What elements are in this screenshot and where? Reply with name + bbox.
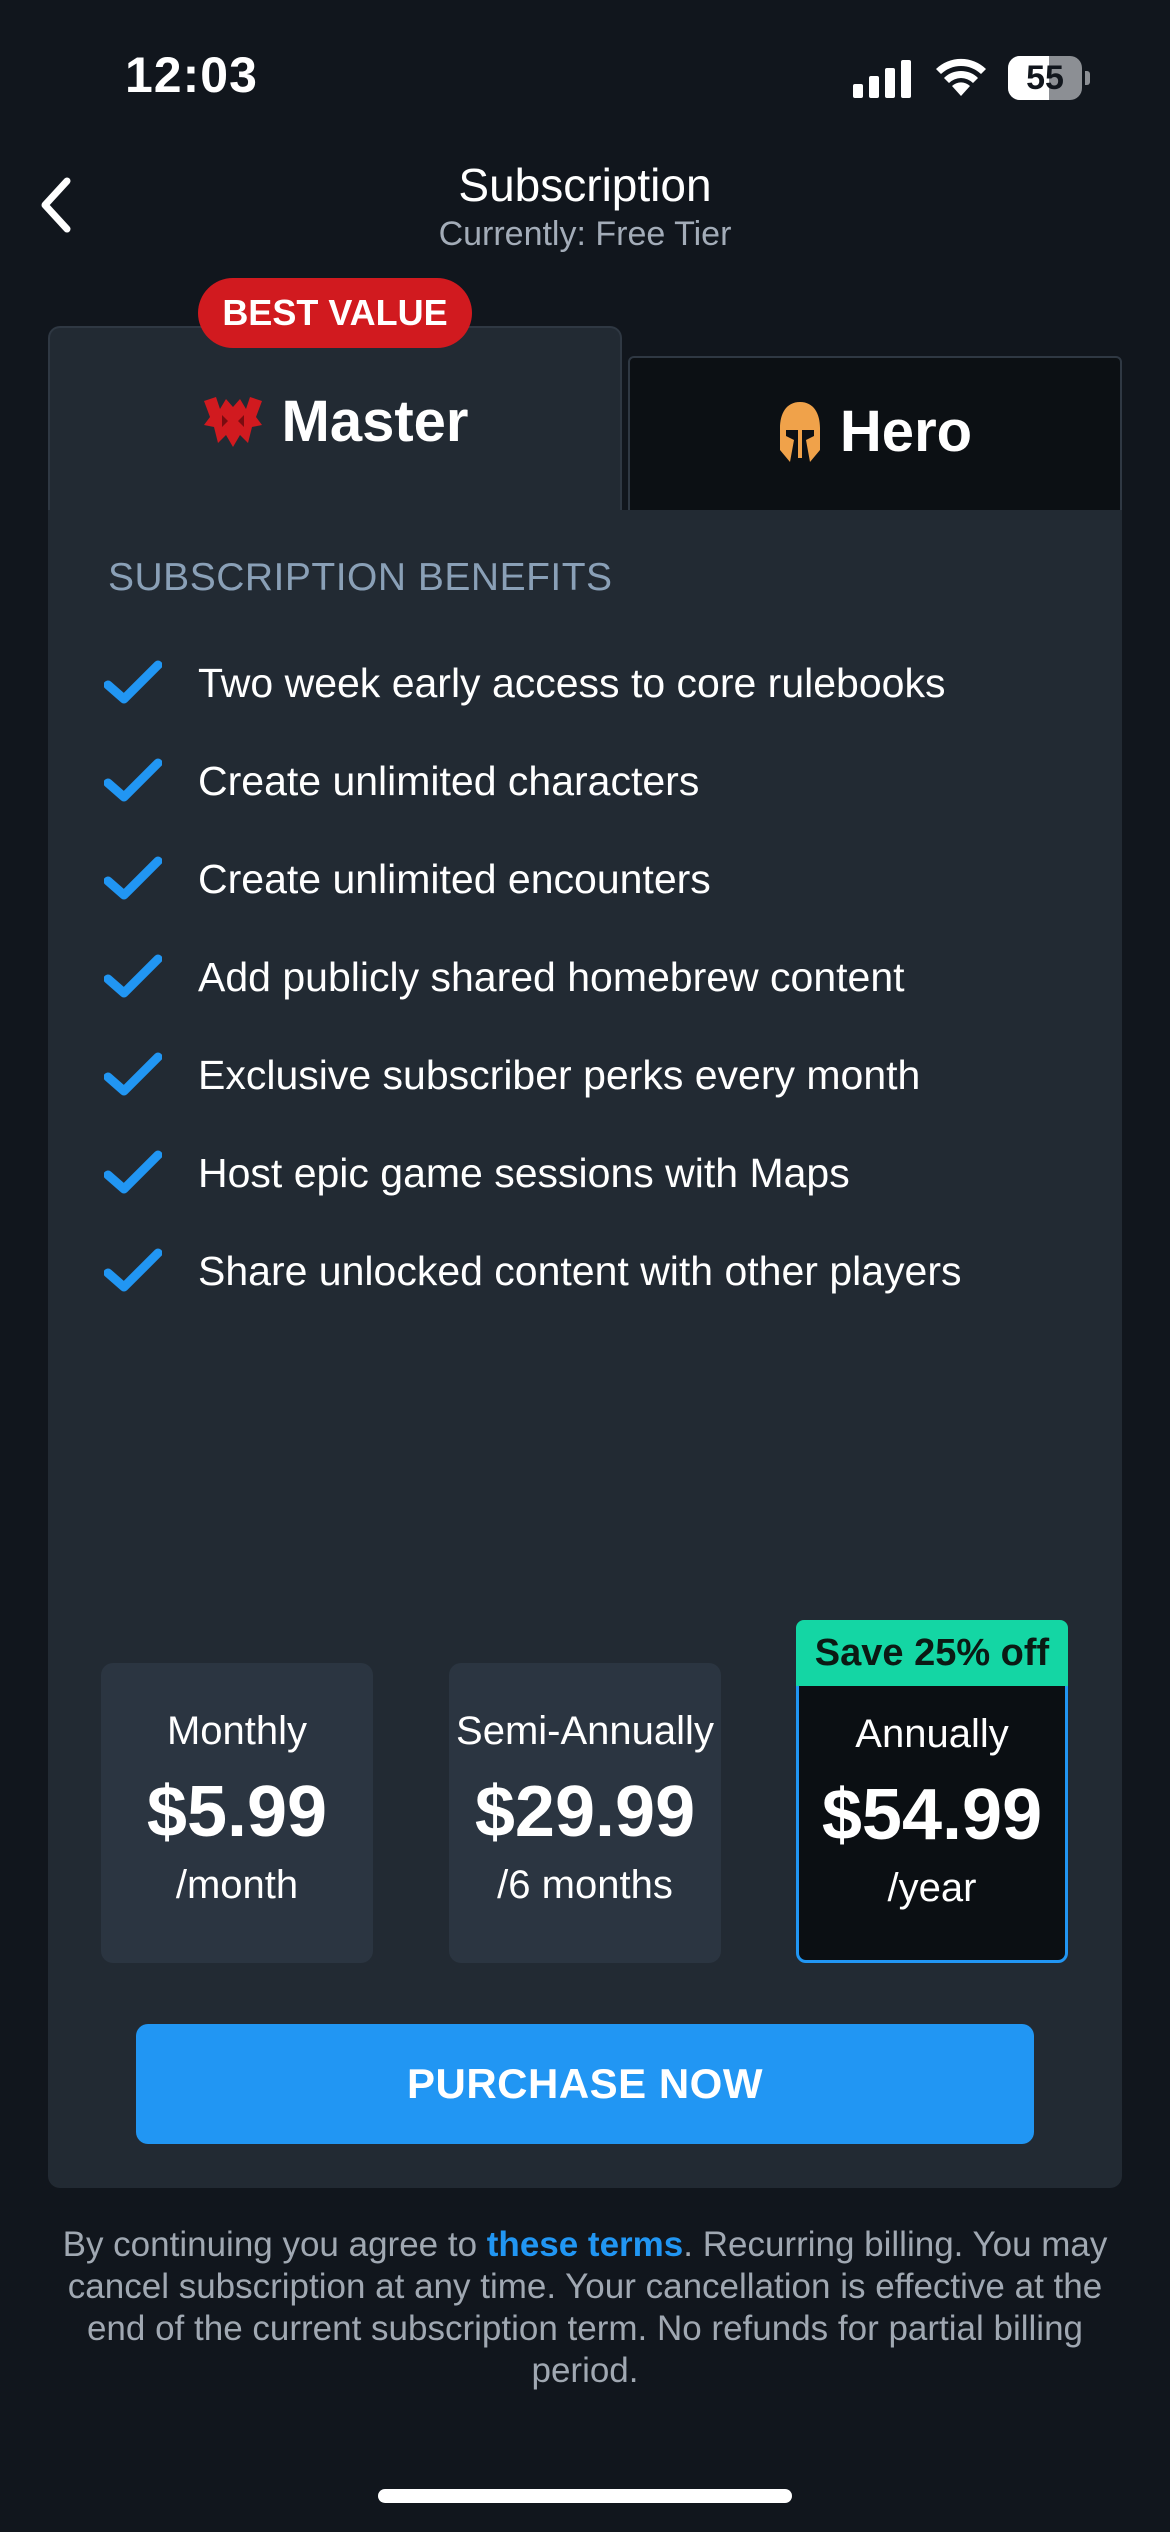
terms-text: By continuing you agree to these terms. … xyxy=(60,2224,1110,2392)
plan-price: $5.99 xyxy=(146,1772,328,1852)
battery-level: 55 xyxy=(1026,59,1064,97)
check-icon xyxy=(104,1052,162,1096)
current-tier-subtitle: Currently: Free Tier xyxy=(438,215,732,253)
benefits-heading: SUBSCRIPTION BENEFITS xyxy=(108,556,613,599)
plan-name: Semi-Annually xyxy=(456,1709,714,1753)
benefit-text: Exclusive subscriber perks every month xyxy=(198,1051,921,1098)
check-icon xyxy=(104,1248,162,1292)
plan-monthly[interactable]: Monthly $5.99 /month xyxy=(101,1663,373,1963)
plan-period: /year xyxy=(887,1866,977,1910)
check-icon xyxy=(104,856,162,900)
benefit-item: Host epic game sessions with Maps xyxy=(104,1143,850,1203)
benefit-item: Share unlocked content with other player… xyxy=(104,1241,962,1301)
benefit-text: Create unlimited encounters xyxy=(198,855,711,902)
benefit-item: Add publicly shared homebrew content xyxy=(104,947,905,1007)
page-title: Subscription xyxy=(458,159,712,211)
helmet-icon xyxy=(779,401,820,462)
check-icon xyxy=(104,758,162,802)
master-emblem-icon xyxy=(203,396,262,447)
terms-prefix: By continuing you agree to xyxy=(62,2225,487,2264)
check-icon xyxy=(104,1150,162,1194)
purchase-button[interactable]: PURCHASE NOW xyxy=(136,2024,1034,2144)
benefit-text: Share unlocked content with other player… xyxy=(198,1247,962,1294)
tab-hero[interactable]: Hero xyxy=(628,356,1122,512)
tab-master-label: Master xyxy=(281,389,469,454)
status-bar: 12:03 55 xyxy=(0,0,1170,150)
check-icon xyxy=(104,954,162,998)
plan-price: $29.99 xyxy=(474,1772,696,1852)
plan-price: $54.99 xyxy=(821,1775,1043,1855)
best-value-badge: BEST VALUE xyxy=(198,278,472,348)
benefit-text: Add publicly shared homebrew content xyxy=(198,953,905,1000)
wifi-icon xyxy=(936,58,986,96)
plan-semi-annually[interactable]: Semi-Annually $29.99 /6 months xyxy=(449,1663,721,1963)
benefit-item: Create unlimited encounters xyxy=(104,849,711,909)
plan-period: /month xyxy=(175,1863,299,1907)
benefit-item: Two week early access to core rulebooks xyxy=(104,653,945,713)
battery-icon: 55 xyxy=(1008,56,1090,100)
benefit-item: Exclusive subscriber perks every month xyxy=(104,1045,920,1105)
save-badge: Save 25% off xyxy=(796,1620,1068,1686)
check-icon xyxy=(104,660,162,704)
tab-hero-label: Hero xyxy=(839,399,973,464)
benefit-text: Host epic game sessions with Maps xyxy=(198,1149,850,1196)
status-time: 12:03 xyxy=(125,47,258,103)
plan-period: /6 months xyxy=(497,1863,673,1907)
benefit-text: Create unlimited characters xyxy=(198,757,700,804)
plan-annually[interactable]: Annually $54.99 /year xyxy=(796,1663,1068,1963)
plan-name: Annually xyxy=(855,1712,1009,1756)
tab-master[interactable]: Master xyxy=(48,326,622,526)
benefit-text: Two week early access to core rulebooks xyxy=(198,659,946,706)
terms-link[interactable]: these terms xyxy=(487,2225,683,2264)
cellular-signal-icon xyxy=(853,60,911,98)
benefit-item: Create unlimited characters xyxy=(104,751,699,811)
home-indicator[interactable] xyxy=(378,2489,792,2503)
plan-name: Monthly xyxy=(166,1709,308,1753)
